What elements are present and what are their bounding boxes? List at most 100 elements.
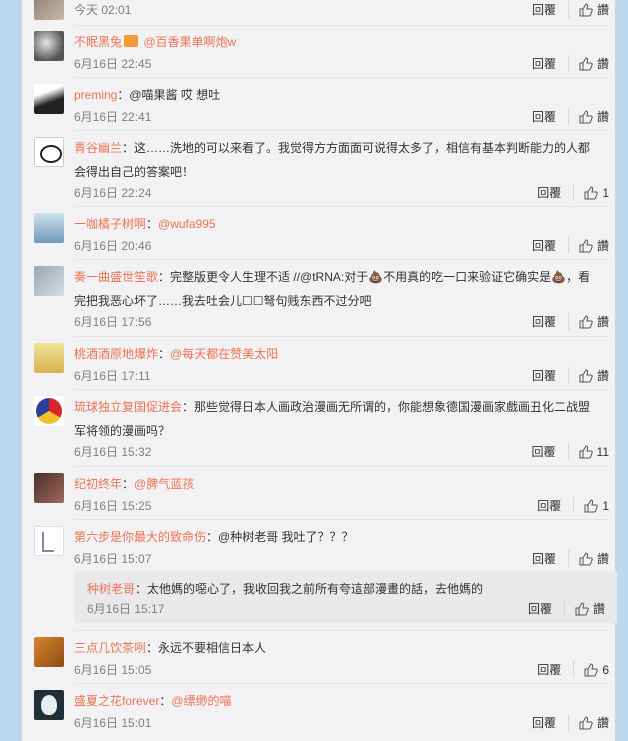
avatar[interactable] (34, 0, 64, 20)
comment-item: 一咖橘子树啊：@wufa995 6月16日 20:46 回覆 讚 (34, 208, 609, 260)
like-button[interactable]: 1 (584, 186, 609, 200)
comment-body: 第六步是你最大的致命伤：@种树老哥 我吐了？？？ (74, 530, 354, 544)
comment-text: @种树老哥 我吐了？？？ (218, 530, 354, 544)
username-link[interactable]: 不眠黑兔 (74, 35, 122, 49)
like-button[interactable]: 讚 (579, 108, 609, 125)
comment-actions: 回覆 1 (537, 497, 609, 514)
thumbs-up-icon (579, 56, 593, 70)
username-link[interactable]: 纪初终年 (74, 477, 122, 491)
like-count: 11 (596, 444, 609, 459)
like-button[interactable]: 讚 (575, 600, 605, 617)
comment-time: 今天 02:01 (74, 3, 132, 17)
like-count: 1 (602, 498, 609, 513)
like-button[interactable]: 讚 (579, 367, 609, 384)
avatar[interactable] (34, 637, 64, 667)
comment-time: 6月16日 20:46 (74, 239, 152, 253)
username-link[interactable]: 种树老哥 (87, 582, 135, 596)
like-button[interactable]: 讚 (579, 55, 609, 72)
like-button[interactable]: 讚 (579, 1, 609, 18)
avatar[interactable] (34, 213, 64, 243)
like-count: 讚 (592, 602, 605, 616)
reply-button[interactable]: 回覆 (532, 367, 569, 384)
username-link[interactable]: 琉球独立复国促进会 (74, 400, 182, 414)
username-link[interactable]: 三点几饮茶咧 (74, 641, 146, 655)
comment-item: preming：@喵果酱 哎 想吐 6月16日 22:41 回覆 讚 (34, 79, 609, 131)
reply-button[interactable]: 回覆 (532, 55, 569, 72)
avatar[interactable] (34, 690, 64, 720)
comment-body: preming：@喵果酱 哎 想吐 (74, 88, 221, 102)
username-link[interactable]: 青谷幽兰 (74, 141, 122, 155)
reply-button[interactable]: 回覆 (537, 497, 575, 514)
reply-button[interactable]: 回覆 (532, 550, 569, 567)
avatar[interactable] (34, 266, 64, 296)
thumbs-up-icon (579, 2, 593, 16)
reply-button[interactable]: 回覆 (532, 108, 569, 125)
username-link[interactable]: preming (74, 88, 117, 102)
reply-button[interactable]: 回覆 (537, 184, 575, 201)
avatar[interactable] (34, 396, 64, 426)
comment-item: 奏一曲盛世笙歌：完整版更令人生理不适 //@tRNA:对于💩不用真的吃一口来验证… (34, 261, 609, 337)
like-button[interactable]: 讚 (579, 714, 609, 731)
avatar[interactable] (34, 526, 64, 556)
divider (74, 630, 609, 631)
avatar[interactable] (34, 473, 64, 503)
username-link[interactable]: 一咖橘子树啊 (74, 217, 146, 231)
avatar[interactable] (34, 84, 64, 114)
comment-time: 6月16日 15:17 (87, 602, 165, 616)
reply-button[interactable]: 回覆 (532, 1, 569, 18)
comment-item: 今天 02:01 回覆 讚 (34, 0, 609, 26)
comment-body: 奏一曲盛世笙歌：完整版更令人生理不适 //@tRNA:对于💩不用真的吃一口来验证… (74, 270, 591, 308)
like-count: 1 (602, 185, 609, 200)
thumbs-up-icon (584, 185, 599, 199)
divider (74, 259, 609, 260)
comment-time: 6月16日 15:01 (74, 716, 152, 730)
avatar[interactable] (34, 137, 64, 167)
comment-actions: 回覆 讚 (532, 1, 609, 18)
reply-button[interactable]: 回覆 (532, 313, 569, 330)
comment-item: 桃酒酒原地爆炸：@每天都在赞美太阳 6月16日 17:11 回覆 讚 (34, 338, 609, 390)
avatar[interactable] (34, 343, 64, 373)
comment-item: 不眠黑兔 @百香果单啊炮w 6月16日 22:45 回覆 讚 (34, 26, 609, 78)
reply-button[interactable]: 回覆 (528, 600, 565, 617)
comment-item: 盛夏之花forever：@缥缈的喵 6月16日 15:01 回覆 讚 (34, 685, 609, 741)
username-link[interactable]: 盛夏之花forever (74, 694, 159, 708)
divider (74, 77, 609, 78)
comment-text: @脾气蓝孩 (134, 477, 195, 491)
like-button[interactable]: 讚 (579, 313, 609, 330)
comment-text: @wufa995 (158, 217, 216, 231)
comment-item: 琉球独立复国促进会：那些觉得日本人画政治漫画无所谓的，你能想象德国漫画家戲画丑化… (34, 391, 609, 467)
comment-actions: 回覆 讚 (532, 108, 609, 125)
comment-time: 6月16日 22:41 (74, 110, 152, 124)
reply-button[interactable]: 回覆 (532, 714, 569, 731)
comment-body: 纪初终年：@脾气蓝孩 (74, 477, 195, 491)
comment-text: 这……洗地的可以来看了。我觉得方方面面可说得太多了，相信有基本判断能力的人都会得… (74, 141, 591, 179)
like-button[interactable]: 讚 (579, 550, 609, 567)
comment-body: 琉球独立复国促进会：那些觉得日本人画政治漫画无所谓的，你能想象德国漫画家戲画丑化… (74, 400, 591, 438)
username-link[interactable]: 第六步是你最大的致命伤 (74, 530, 206, 544)
thumbs-up-icon (584, 498, 599, 512)
comment-time: 6月16日 22:45 (74, 57, 152, 71)
comment-item: 青谷幽兰：这……洗地的可以来看了。我觉得方方面面可说得太多了，相信有基本判断能力… (34, 132, 609, 207)
like-count: 讚 (596, 315, 609, 329)
thumbs-up-icon (575, 601, 589, 615)
username-link[interactable]: 奏一曲盛世笙歌 (74, 270, 158, 284)
like-button[interactable]: 6 (584, 663, 609, 677)
like-button[interactable]: 1 (584, 499, 609, 513)
like-count: 讚 (596, 3, 609, 17)
avatar[interactable] (34, 31, 64, 61)
divider (74, 683, 609, 684)
comment-time: 6月16日 17:56 (74, 315, 152, 329)
comment-text: @每天都在赞美太阳 (170, 347, 279, 361)
comment-time: 6月16日 22:24 (74, 186, 152, 200)
reply-button[interactable]: 回覆 (532, 443, 569, 460)
reply-button[interactable]: 回覆 (532, 237, 569, 254)
like-count: 讚 (596, 552, 609, 566)
reply-button[interactable]: 回覆 (537, 661, 575, 678)
like-button[interactable]: 11 (579, 445, 609, 459)
username-link[interactable]: 桃酒酒原地爆炸 (74, 347, 158, 361)
comment-time: 6月16日 15:32 (74, 445, 152, 459)
like-count: 讚 (596, 57, 609, 71)
thumbs-up-icon (579, 109, 593, 123)
like-button[interactable]: 讚 (579, 237, 609, 254)
comment-actions: 回覆 11 (532, 443, 609, 460)
